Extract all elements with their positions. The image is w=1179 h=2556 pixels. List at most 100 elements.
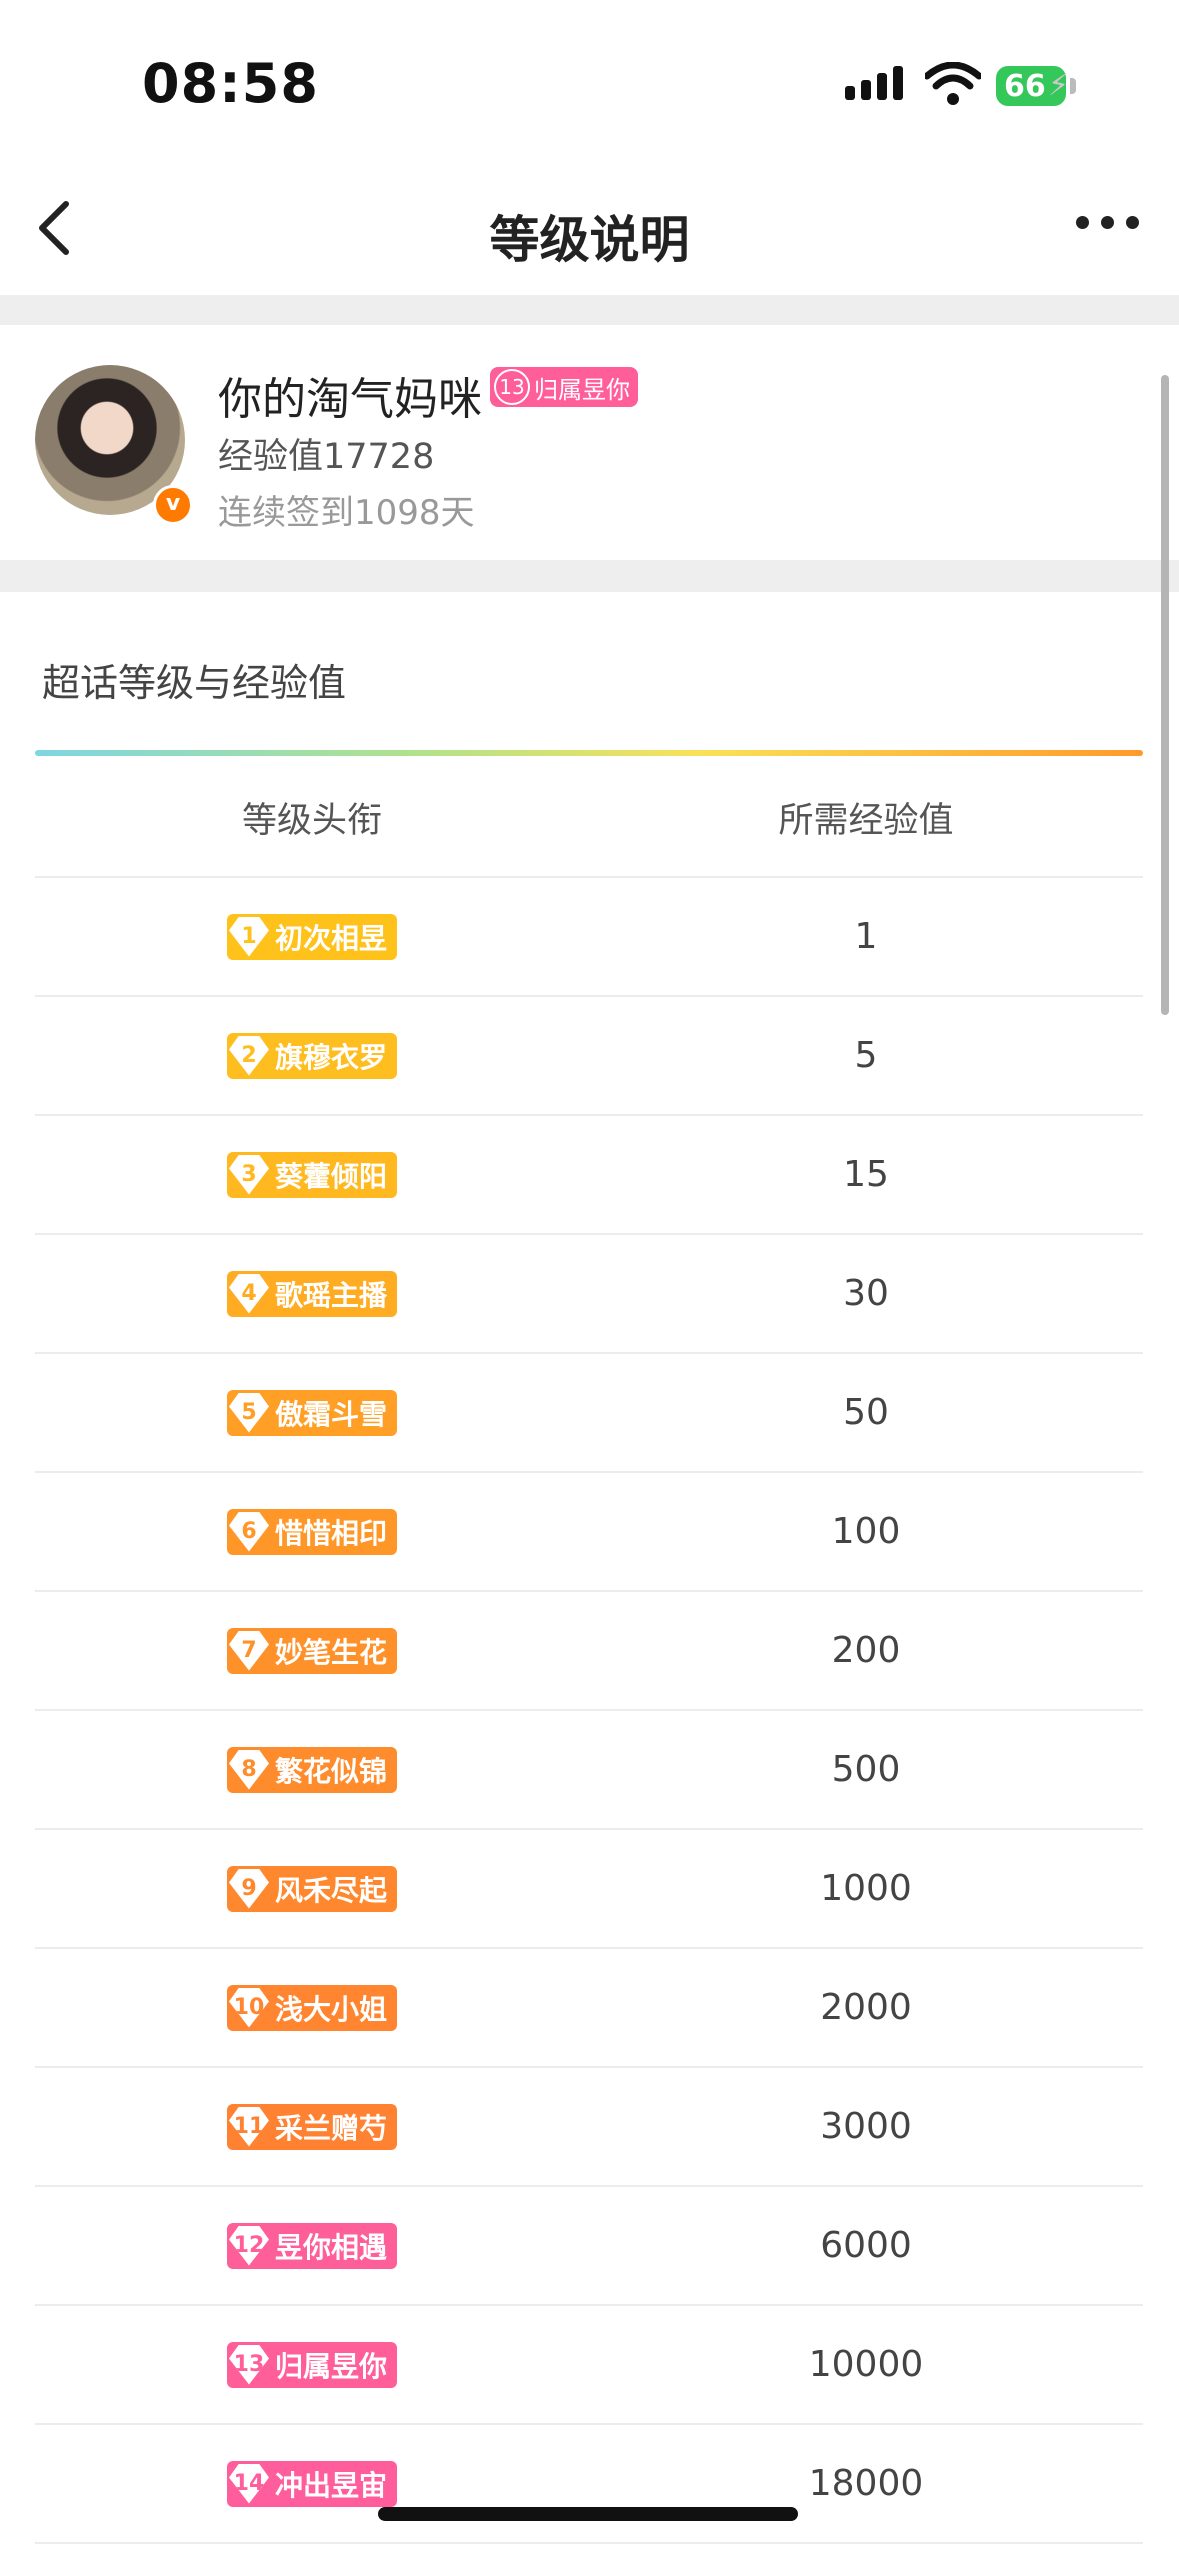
- table-row: 7 妙笔生花 200: [35, 1592, 1143, 1711]
- divider-band: [0, 560, 1179, 592]
- divider-band: [0, 295, 1179, 325]
- level-title: 妙笔生花: [274, 1635, 387, 1669]
- table-row: 5 傲霜斗雪 50: [35, 1354, 1143, 1473]
- level-badge: 2 旗穆衣罗: [226, 1032, 397, 1079]
- level-badge: 5 傲霜斗雪: [226, 1389, 397, 1436]
- level-number: 11: [228, 2106, 269, 2147]
- level-exp-cell: 5: [589, 1035, 1143, 1076]
- table-row: 1 初次相昱 1: [35, 878, 1143, 997]
- level-title-cell: 5 傲霜斗雪: [35, 1389, 589, 1436]
- level-title: 惜惜相印: [274, 1516, 387, 1550]
- level-exp-value: 30: [843, 1273, 889, 1314]
- level-title: 采兰赠芍: [274, 2111, 387, 2145]
- level-badge: 10 浅大小姐: [226, 1984, 397, 2031]
- table-row: 12 昱你相遇 6000: [35, 2187, 1143, 2306]
- level-exp-value: 500: [831, 1749, 901, 1790]
- level-title-cell: 6 惜惜相印: [35, 1508, 589, 1555]
- level-exp-value: 5: [854, 1035, 878, 1076]
- level-number: 9: [228, 1868, 269, 1909]
- profile-level-badge: 13 归属昱你: [490, 367, 638, 407]
- level-badge: 1 初次相昱: [226, 913, 397, 960]
- level-exp-value: 15: [843, 1154, 889, 1195]
- scrollbar[interactable]: [1161, 375, 1169, 1015]
- level-number: 4: [228, 1273, 269, 1314]
- level-title: 归属昱你: [274, 2349, 387, 2383]
- level-exp-value: 18000: [808, 2463, 924, 2504]
- level-exp-cell: 1: [589, 916, 1143, 957]
- status-time: 08:58: [142, 52, 319, 115]
- level-number: 13: [228, 2344, 269, 2385]
- table-row: 13 归属昱你 10000: [35, 2306, 1143, 2425]
- level-title: 歌瑶主播: [274, 1278, 387, 1312]
- level-exp-cell: 50: [589, 1392, 1143, 1433]
- level-title-cell: 7 妙笔生花: [35, 1627, 589, 1674]
- level-title: 昱你相遇: [274, 2230, 387, 2264]
- level-exp-value: 1: [854, 916, 878, 957]
- level-title-cell: 9 风禾尽起: [35, 1865, 589, 1912]
- profile-badge-level: 13: [494, 369, 530, 405]
- level-title-cell: 1 初次相昱: [35, 913, 589, 960]
- level-title-cell: 13 归属昱你: [35, 2341, 589, 2388]
- level-badge: 7 妙笔生花: [226, 1627, 397, 1674]
- level-badge: 8 繁花似锦: [226, 1746, 397, 1793]
- level-title-cell: 12 昱你相遇: [35, 2222, 589, 2269]
- level-number: 14: [228, 2463, 269, 2504]
- level-badge: 4 歌瑶主播: [226, 1270, 397, 1317]
- table-row: 8 繁花似锦 500: [35, 1711, 1143, 1830]
- level-title-cell: 2 旗穆衣罗: [35, 1032, 589, 1079]
- profile-card: v 你的淘气妈咪 13 归属昱你 经验值17728 连续签到1098天: [0, 325, 1179, 560]
- table-row: 9 风禾尽起 1000: [35, 1830, 1143, 1949]
- level-number: 12: [228, 2225, 269, 2266]
- level-title-cell: 10 浅大小姐: [35, 1984, 589, 2031]
- table-row: 3 葵藿倾阳 15: [35, 1116, 1143, 1235]
- level-exp-cell: 500: [589, 1749, 1143, 1790]
- level-title: 繁花似锦: [274, 1754, 387, 1788]
- level-badge: 12 昱你相遇: [226, 2222, 397, 2269]
- level-title: 浅大小姐: [274, 1992, 387, 2026]
- table-row: 6 惜惜相印 100: [35, 1473, 1143, 1592]
- more-options-icon[interactable]: [1076, 216, 1139, 229]
- column-header-title: 等级头衔: [241, 800, 382, 841]
- level-number: 3: [228, 1154, 269, 1195]
- level-exp-cell: 18000: [589, 2463, 1143, 2504]
- level-badge: 14 冲出昱宙: [226, 2460, 397, 2507]
- level-exp-cell: 2000: [589, 1987, 1143, 2028]
- level-title: 冲出昱宙: [274, 2468, 387, 2502]
- level-title-cell: 14 冲出昱宙: [35, 2460, 589, 2507]
- level-badge: 3 葵藿倾阳: [226, 1151, 397, 1198]
- home-indicator[interactable]: [378, 2507, 798, 2521]
- profile-checkin: 连续签到1098天: [218, 493, 475, 533]
- level-exp-value: 10000: [808, 2344, 924, 2385]
- level-badge: 13 归属昱你: [226, 2341, 397, 2388]
- table-row: 10 浅大小姐 2000: [35, 1949, 1143, 2068]
- level-exp-cell: 3000: [589, 2106, 1143, 2147]
- battery-tip: [1070, 78, 1076, 94]
- status-bar: 08:58 66 ⚡: [0, 0, 1179, 160]
- cellular-signal-icon: [845, 66, 903, 100]
- level-exp-value: 3000: [820, 2106, 912, 2147]
- level-title-cell: 4 歌瑶主播: [35, 1270, 589, 1317]
- table-row: 4 歌瑶主播 30: [35, 1235, 1143, 1354]
- profile-name: 你的淘气妈咪: [218, 374, 482, 425]
- profile-badge-title: 归属昱你: [534, 375, 630, 404]
- level-exp-cell: 30: [589, 1273, 1143, 1314]
- level-title-cell: 8 繁花似锦: [35, 1746, 589, 1793]
- level-number: 10: [228, 1987, 269, 2028]
- table-row: 2 旗穆衣罗 5: [35, 997, 1143, 1116]
- level-title: 旗穆衣罗: [274, 1040, 387, 1074]
- level-title: 傲霜斗雪: [274, 1397, 387, 1431]
- charging-bolt-icon: ⚡: [1048, 68, 1070, 103]
- level-exp-value: 200: [831, 1630, 901, 1671]
- table-body: 1 初次相昱 1 2 旗穆衣罗 5 3 葵藿倾阳 15 4 歌瑶主播 30 5 傲霜斗雪 50 6 惜惜相印 10…: [35, 878, 1143, 2544]
- level-exp-value: 100: [831, 1511, 901, 1552]
- level-title: 风禾尽起: [274, 1873, 387, 1907]
- gradient-divider: [35, 750, 1143, 756]
- level-number: 8: [228, 1749, 269, 1790]
- level-exp-value: 50: [843, 1392, 889, 1433]
- level-title: 葵藿倾阳: [274, 1159, 387, 1193]
- table-row: 14 冲出昱宙 18000: [35, 2425, 1143, 2544]
- level-number: 1: [228, 916, 269, 957]
- level-badge: 9 风禾尽起: [226, 1865, 397, 1912]
- level-badge: 11 采兰赠芍: [226, 2103, 397, 2150]
- level-exp-cell: 1000: [589, 1868, 1143, 1909]
